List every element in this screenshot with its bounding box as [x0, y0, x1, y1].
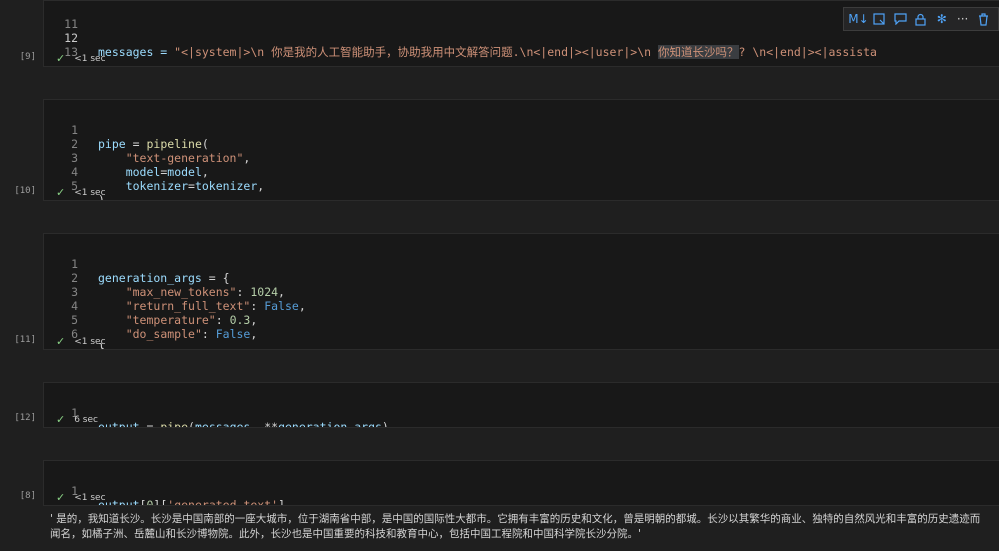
exec-time: <1 sec [74, 187, 106, 198]
checkmark-icon: ✓ [56, 186, 66, 199]
token: False [215, 327, 251, 341]
exec-time: <1 sec [74, 336, 106, 347]
token: ? \n<|end|><|assista [738, 45, 877, 59]
token: output [98, 420, 140, 428]
lock-icon[interactable] [913, 11, 929, 27]
token: = [188, 179, 195, 193]
more-icon[interactable]: ··· [955, 11, 971, 27]
token: "do_sample" [125, 327, 202, 341]
token: ][ [153, 498, 168, 506]
cell-output-text: ' 是的，我知道长沙。长沙是中国南部的一座大城市，位于湖南省中部，是中国的国际性… [50, 513, 981, 540]
token: , [257, 179, 265, 193]
execution-count: [12] [14, 413, 36, 423]
code-text: tokenizer=tokenizer, [98, 179, 265, 193]
code-line: 6 } [44, 313, 999, 349]
checkmark-icon: ✓ [56, 413, 66, 426]
code-line: 5 "do_sample": False, [44, 299, 999, 341]
code-line: 2 "text-generation", [44, 123, 999, 165]
select-cell-icon[interactable] [871, 11, 887, 27]
token: : [201, 327, 216, 341]
cell-status: ✓ <1 sec [56, 335, 106, 348]
code-line: 2 "max_new_tokens": 1024, [44, 257, 999, 299]
token: ( [188, 420, 195, 428]
token: , ** [250, 420, 279, 428]
token: "<|system|>\n 你是我的人工智能助手，协助我用中文解答问题.\n<|… [174, 45, 658, 59]
exec-time: <1 sec [74, 492, 106, 503]
token: messages = [98, 45, 175, 59]
trash-icon[interactable] [975, 11, 991, 27]
token: generation_args [278, 420, 382, 428]
token: pipe [160, 420, 189, 428]
code-text: "do_sample": False, [98, 327, 258, 341]
checkmark-icon: ✓ [56, 52, 66, 65]
code-line: 3 model=model, [44, 137, 999, 179]
code-cell-10[interactable]: 1 pipe = pipeline( 2 "text-generation", … [43, 99, 999, 201]
code-line: 1 output[0]['generated_text'] [44, 470, 999, 505]
code-text: messages = "<|system|>\n 你是我的人工智能助手，协助我用… [98, 45, 877, 59]
token: = [139, 420, 161, 428]
cell-status: ✓ <1 sec [56, 491, 106, 504]
code-cell-11[interactable]: 1 generation_args = { 2 "max_new_tokens"… [43, 233, 999, 350]
exec-time: <1 sec [74, 53, 106, 64]
cell-status: ✓ 6 sec [56, 413, 98, 426]
code-line: 1 output = pipe(messages, **generation_a… [44, 392, 999, 427]
cell-status: ✓ <1 sec [56, 186, 106, 199]
checkmark-icon: ✓ [56, 491, 66, 504]
snowflake-icon[interactable]: ✻ [934, 11, 950, 27]
cell-status: ✓ <1 sec [56, 52, 106, 65]
execution-count: [8] [19, 491, 36, 501]
checkmark-icon: ✓ [56, 335, 66, 348]
token: tokenizer [125, 179, 189, 193]
code-line: 4 "temperature": 0.3, [44, 285, 999, 327]
token: tokenizer [194, 179, 258, 193]
code-cell-8[interactable]: 1 output[0]['generated_text'] [43, 460, 999, 506]
code-line: 4 tokenizer=tokenizer, [44, 151, 999, 193]
code-text: output[0]['generated_text'] [98, 498, 285, 506]
code-line: 3 "return_full_text": False, [44, 271, 999, 313]
cell-toolbar: M↓ ✻ ··· [843, 7, 999, 31]
execution-count: [9] [19, 52, 36, 62]
exec-time: 6 sec [74, 414, 98, 425]
code-line: 13 [44, 31, 999, 59]
comment-icon[interactable] [892, 11, 908, 27]
code-cell-12[interactable]: 1 output = pipe(messages, **generation_a… [43, 382, 999, 428]
code-text: output = pipe(messages, **generation_arg… [98, 420, 389, 428]
token: , [250, 327, 258, 341]
token: messages [194, 420, 251, 428]
execution-count: [10] [14, 186, 36, 196]
token: ] [278, 498, 285, 506]
code-line: 1 pipe = pipeline( [44, 109, 999, 151]
code-line: 5 ) [44, 165, 999, 200]
token: ) [381, 420, 389, 428]
execution-count: [11] [14, 335, 36, 345]
markdown-icon[interactable]: M↓ [848, 11, 868, 27]
token: 'generated_text' [167, 498, 279, 506]
selection-highlight: 你知道长沙吗？ [658, 45, 739, 59]
code-line: 1 generation_args = { [44, 243, 999, 285]
